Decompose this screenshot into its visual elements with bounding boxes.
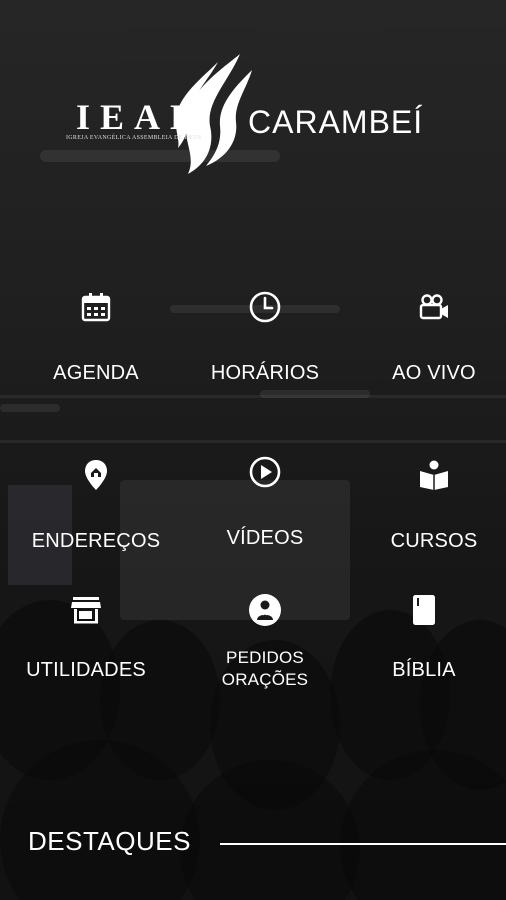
store-icon bbox=[69, 593, 103, 627]
map-pin-icon bbox=[79, 458, 113, 492]
menu-item-biblia[interactable]: BÍBLIA bbox=[340, 593, 506, 682]
menu-label: VÍDEOS bbox=[226, 527, 304, 549]
book-reader-icon bbox=[417, 458, 451, 492]
city-name: CARAMBEÍ bbox=[248, 104, 424, 140]
menu-item-ao-vivo[interactable]: AO VIVO bbox=[350, 290, 506, 385]
section-divider bbox=[220, 843, 506, 845]
menu-label: CURSOS bbox=[390, 530, 478, 552]
section-title: DESTAQUES bbox=[28, 826, 191, 856]
menu-item-agenda[interactable]: AGENDA bbox=[12, 290, 180, 385]
menu-item-horarios[interactable]: HORÁRIOS bbox=[181, 290, 349, 385]
menu-item-cursos[interactable]: CURSOS bbox=[350, 458, 506, 553]
menu-label: AGENDA bbox=[53, 362, 139, 384]
menu-label: UTILIDADES bbox=[26, 659, 146, 681]
menu-item-utilidades[interactable]: UTILIDADES bbox=[2, 593, 170, 682]
menu-item-videos[interactable]: VÍDEOS bbox=[181, 455, 349, 550]
menu-item-enderecos[interactable]: ENDEREÇOS bbox=[12, 458, 180, 553]
logo-divider bbox=[232, 107, 234, 139]
menu-label-line2: ORAÇÕES bbox=[221, 670, 309, 689]
brand-tagline: IGREJA EVANGÉLICA ASSEMBLEIA DE DEUS bbox=[66, 135, 202, 141]
video-camera-icon bbox=[417, 290, 451, 324]
menu-label: BÍBLIA bbox=[392, 659, 456, 681]
menu-label: AO VIVO bbox=[392, 362, 476, 384]
menu-item-pedidos-oracoes[interactable]: PEDIDOS ORAÇÕES bbox=[181, 593, 349, 691]
play-circle-icon bbox=[248, 455, 282, 489]
clock-icon bbox=[248, 290, 282, 324]
menu-label: ENDEREÇOS bbox=[31, 530, 161, 552]
calendar-icon bbox=[79, 290, 113, 324]
brand-name: IEAD bbox=[76, 97, 207, 137]
praying-person-icon bbox=[248, 593, 282, 627]
church-logo: IEAD IGREJA EVANGÉLICA ASSEMBLEIA DE DEU… bbox=[60, 52, 460, 182]
bible-icon bbox=[407, 593, 441, 627]
menu-label-line1: PEDIDOS bbox=[226, 648, 304, 667]
menu-label: HORÁRIOS bbox=[210, 362, 320, 384]
